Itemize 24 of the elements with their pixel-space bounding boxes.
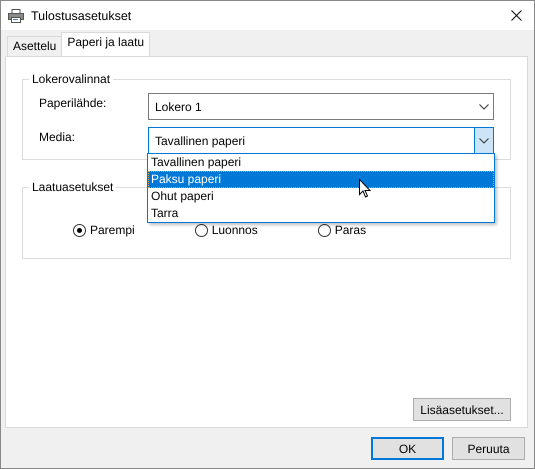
list-option[interactable]: Paksu paperi (148, 171, 494, 188)
tab[interactable]: Asettelu (7, 36, 62, 56)
group-title: Lokerovalinnat (29, 72, 114, 86)
chevron-down-icon (479, 138, 489, 144)
field-label: Paperilähde: (39, 96, 108, 110)
dropdown-field[interactable]: Lokero 1 (148, 93, 494, 120)
list-option[interactable]: Tarra (148, 205, 494, 222)
radio-button[interactable]: Parempi (73, 223, 135, 237)
chevron-down-icon (479, 104, 489, 110)
group-title: Laatuasetukset (29, 180, 116, 194)
list-option[interactable]: Tavallinen paperi (148, 154, 494, 171)
list-option[interactable]: Ohut paperi (148, 188, 494, 205)
printer-icon (8, 8, 24, 22)
dialog-button[interactable]: OK (371, 437, 444, 460)
field-label: Media: (39, 130, 76, 144)
dropdown-field[interactable]: Tavallinen paperi (148, 127, 494, 154)
tab[interactable]: Paperi ja laatu (61, 32, 150, 56)
radio-button[interactable]: Paras (318, 223, 366, 237)
close-icon[interactable] (511, 10, 522, 21)
mouse-pointer-icon (359, 179, 372, 199)
radio-button[interactable]: Luonnos (194, 223, 258, 237)
dialog-button[interactable]: Peruuta (452, 437, 525, 460)
advanced-button[interactable]: Lisäasetukset... (413, 398, 511, 421)
window-title: Tulostusasetukset (31, 8, 132, 22)
